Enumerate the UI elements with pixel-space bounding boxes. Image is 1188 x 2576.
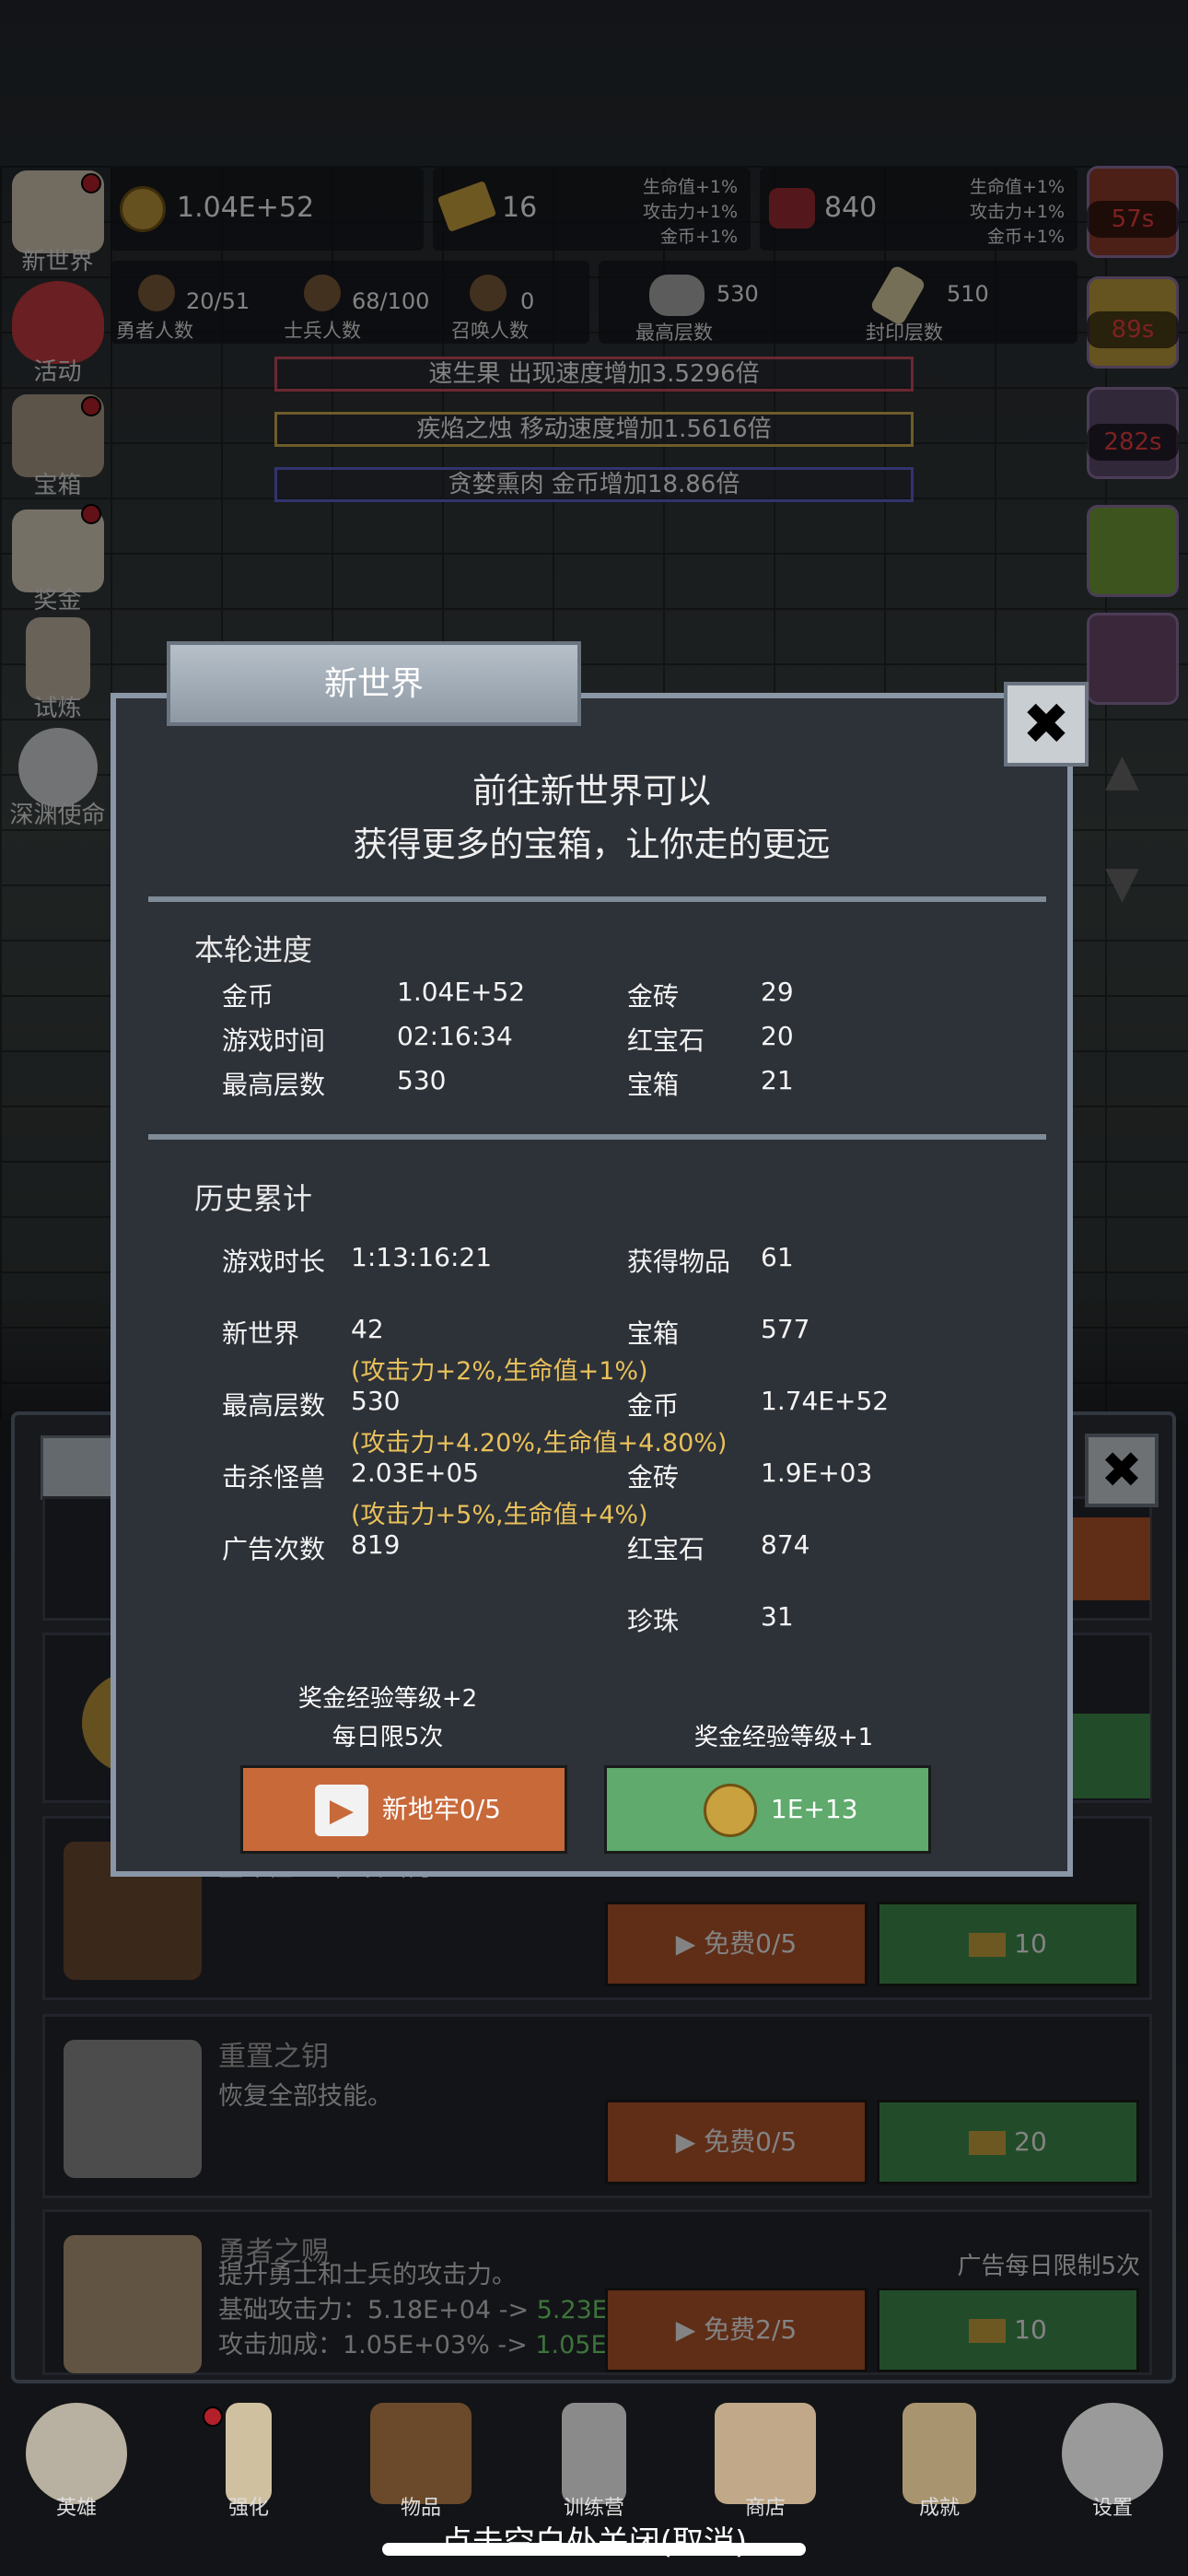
video-icon: ▶	[315, 1785, 368, 1836]
button-label: 1E+13	[770, 1794, 858, 1824]
nav-settings[interactable]: 设置	[1053, 2403, 1172, 2521]
intro-line-1: 前往新世界可以	[472, 771, 711, 811]
nav-items[interactable]: 物品	[361, 2403, 481, 2521]
nav-training-camp[interactable]: 训练营	[534, 2403, 654, 2521]
stat-value: 819	[351, 1529, 401, 1560]
stat-key: 金币	[627, 1390, 680, 1421]
stat-value: 1:13:16:21	[351, 1242, 493, 1272]
stat-key: 获得物品	[627, 1247, 731, 1277]
stat-key: 金币	[222, 981, 274, 1012]
nav-heroes[interactable]: 英雄	[17, 2403, 136, 2521]
stat-value: 02:16:34	[397, 1021, 513, 1051]
stat-value: 1.04E+52	[397, 977, 526, 1007]
home-indicator[interactable]	[382, 2543, 806, 2556]
round-progress-title: 本轮进度	[194, 932, 313, 967]
gold-coin-icon	[704, 1784, 757, 1837]
stat-key: 宝箱	[627, 1070, 680, 1100]
close-icon: ✖	[1022, 690, 1070, 757]
stat-key: 宝箱	[627, 1318, 680, 1349]
stat-key: 广告次数	[222, 1534, 326, 1564]
stat-key: 最高层数	[222, 1390, 326, 1421]
stat-value: 61	[761, 1242, 794, 1272]
stat-key: 最高层数	[222, 1070, 326, 1100]
stat-value: 874	[761, 1529, 810, 1560]
new-dungeon-button[interactable]: ▶ 新地牢0/5	[240, 1765, 567, 1854]
history-title: 历史累计	[194, 1181, 313, 1216]
stat-value: 530	[351, 1386, 401, 1416]
gear-icon	[1062, 2403, 1163, 2504]
mug-icon	[715, 2403, 816, 2504]
stat-key: 珍珠	[627, 1606, 680, 1636]
skull-icon	[26, 2403, 127, 2504]
stat-value: 31	[761, 1601, 794, 1632]
stat-value: 42	[351, 1314, 384, 1344]
dialog-close-button[interactable]: ✖	[1004, 682, 1089, 767]
stat-key: 红宝石	[627, 1534, 705, 1564]
stat-value: 2.03E+05	[351, 1458, 480, 1488]
divider	[148, 896, 1046, 902]
left-option-caption: 奖金经验等级+2 每日限5次	[245, 1680, 530, 1757]
lantern-icon	[562, 2403, 626, 2504]
stat-value: 1.74E+52	[761, 1386, 890, 1416]
stat-key: 金砖	[627, 1462, 680, 1493]
nav-shop[interactable]: 商店	[705, 2403, 825, 2521]
caption-line: 每日限5次	[332, 1724, 444, 1751]
stat-value: 21	[761, 1065, 794, 1095]
key-icon	[903, 2403, 976, 2504]
bonus-note: (攻击力+4.20%,生命值+4.80%)	[351, 1429, 728, 1458]
nav-achievements[interactable]: 成就	[879, 2403, 999, 2521]
stat-key: 新世界	[222, 1318, 300, 1349]
bonus-note: (攻击力+5%,生命值+4%)	[351, 1501, 648, 1529]
book-icon	[370, 2403, 472, 2504]
stat-value: 577	[761, 1314, 810, 1344]
stat-key: 游戏时长	[222, 1247, 326, 1277]
notification-dot	[203, 2406, 223, 2427]
stat-value: 530	[397, 1065, 447, 1095]
dialog-title: 新世界	[167, 641, 581, 726]
candle-icon	[226, 2403, 272, 2504]
button-label: 新地牢0/5	[381, 1794, 501, 1824]
stat-key: 金砖	[627, 981, 680, 1012]
right-option-caption: 奖金经验等级+1	[693, 1724, 874, 1751]
stat-value: 29	[761, 977, 794, 1007]
gold-pay-button[interactable]: 1E+13	[604, 1765, 931, 1854]
stat-value: 1.9E+03	[761, 1458, 873, 1488]
stat-key: 游戏时间	[222, 1025, 326, 1056]
intro-line-2: 获得更多的宝箱，让你走的更远	[353, 825, 831, 864]
caption-line: 奖金经验等级+2	[297, 1685, 478, 1713]
stat-key: 击杀怪兽	[222, 1462, 326, 1493]
stat-key: 红宝石	[627, 1025, 705, 1056]
new-world-dialog: 新世界 前往新世界可以 获得更多的宝箱，让你走的更远 本轮进度 金币 1.04E…	[111, 641, 1073, 1877]
stat-value: 20	[761, 1021, 794, 1051]
divider	[148, 1134, 1046, 1140]
bonus-note: (攻击力+2%,生命值+1%)	[351, 1357, 648, 1386]
